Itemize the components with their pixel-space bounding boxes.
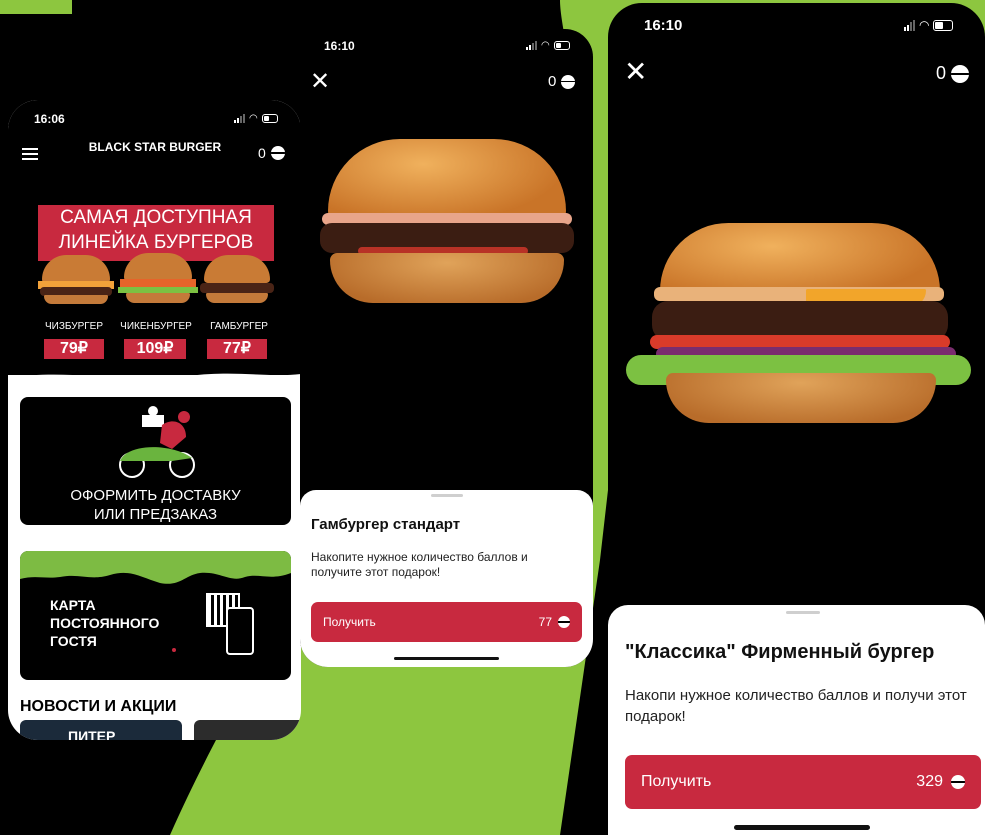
burger-points-icon xyxy=(951,64,970,83)
sheet-handle[interactable] xyxy=(431,494,463,497)
get-reward-button[interactable]: Получить 77 xyxy=(311,602,582,642)
get-reward-label: Получить xyxy=(641,773,712,790)
loyalty-line-1: КАРТА xyxy=(50,597,96,613)
loyalty-line-2: ПОСТОЯННОГО xyxy=(50,615,160,631)
points-value: 0 xyxy=(258,145,266,161)
promo-price-2: 109₽ xyxy=(124,339,186,359)
points-counter[interactable]: 0 xyxy=(548,73,576,90)
phone-reward-classic: 16:10 ◠ ✕ 0 "Классика" Фирменный бургер … xyxy=(608,3,985,835)
reward-cost: 329 xyxy=(916,773,943,790)
hamburger-photo xyxy=(318,139,576,309)
phone-home-screen: 16:06 ◠ BLACK STAR BURGER 0 САМАЯ ДОСТУП… xyxy=(8,100,301,740)
burger-points-icon xyxy=(558,616,570,628)
app-title: BLACK STAR BURGER xyxy=(88,140,222,154)
delivery-line-1: ОФОРМИТЬ ДОСТАВКУ xyxy=(70,487,241,504)
delivery-card[interactable]: ОФОРМИТЬ ДОСТАВКУ ИЛИ ПРЕДЗАКАЗ xyxy=(20,397,291,525)
points-counter[interactable]: 0 xyxy=(258,145,285,161)
reward-sheet: Гамбургер стандарт Накопите нужное колич… xyxy=(300,490,593,667)
red-dot xyxy=(172,648,176,652)
status-time: 16:10 xyxy=(644,17,683,34)
close-icon[interactable]: ✕ xyxy=(310,67,330,96)
reward-title: "Классика" Фирменный бургер xyxy=(625,641,935,663)
burger-points-icon xyxy=(561,74,576,89)
qr-phone-icon xyxy=(206,593,254,655)
status-time: 16:10 xyxy=(324,39,355,53)
close-icon[interactable]: ✕ xyxy=(624,55,647,88)
news-card-1[interactable]: ПИТЕР xyxy=(20,720,182,740)
scooter-courier-icon xyxy=(119,406,195,478)
reward-description: Накопите нужное количество баллов и полу… xyxy=(311,550,528,579)
points-value: 0 xyxy=(548,73,557,90)
promo-line-1: САМАЯ ДОСТУПНАЯ xyxy=(60,207,252,228)
news-heading: НОВОСТИ И АКЦИИ xyxy=(20,698,177,715)
status-time: 16:06 xyxy=(34,112,65,126)
status-icons: ◠ xyxy=(234,113,278,124)
phone-reward-hamburger: 16:10 ◠ ✕ 0 Гамбургер стандарт Накопите … xyxy=(300,29,593,667)
reward-description: Накопи нужное количество баллов и получи… xyxy=(625,687,967,725)
status-icons: ◠ xyxy=(526,40,570,51)
wifi-icon: ◠ xyxy=(249,113,258,124)
promo-item-name-3: ГАМБУРГЕР xyxy=(210,321,268,332)
promo-item-name-2: ЧИКЕНБУРГЕР xyxy=(120,321,192,332)
hamburger-image xyxy=(198,255,276,305)
sheet-handle[interactable] xyxy=(786,611,820,614)
loyalty-line-3: ГОСТЯ xyxy=(50,633,97,649)
chickenburger-image xyxy=(118,253,198,307)
signal-icon xyxy=(904,19,915,31)
menu-icon[interactable] xyxy=(22,148,38,160)
battery-icon xyxy=(261,114,278,123)
news-card-title: ПИТЕР xyxy=(68,728,116,740)
promo-item-name-1: ЧИЗБУРГЕР xyxy=(44,321,103,332)
delivery-line-2: ИЛИ ПРЕДЗАКАЗ xyxy=(93,506,218,523)
battery-icon xyxy=(553,41,570,50)
wifi-icon: ◠ xyxy=(541,40,550,51)
signal-icon xyxy=(526,41,537,50)
wifi-icon: ◠ xyxy=(919,18,930,32)
battery-icon xyxy=(933,19,954,31)
burger-points-icon xyxy=(270,146,285,160)
home-indicator xyxy=(734,825,870,830)
slime-decoration xyxy=(20,551,291,584)
status-icons: ◠ xyxy=(904,18,954,32)
promo-price-3: 77₽ xyxy=(207,339,267,359)
reward-title: Гамбургер стандарт xyxy=(311,516,461,533)
loyalty-card[interactable]: КАРТА ПОСТОЯННОГО ГОСТЯ xyxy=(20,551,291,680)
wave-divider xyxy=(8,373,301,388)
home-indicator xyxy=(394,657,499,660)
points-value: 0 xyxy=(936,63,947,83)
points-counter[interactable]: 0 xyxy=(936,63,970,84)
signal-icon xyxy=(234,114,245,123)
get-reward-button[interactable]: Получить 329 xyxy=(625,755,981,809)
reward-cost: 77 xyxy=(538,615,552,629)
get-reward-label: Получить xyxy=(323,615,376,629)
promo-line-2: ЛИНЕЙКА БУРГЕРОВ xyxy=(58,232,254,253)
reward-sheet: "Классика" Фирменный бургер Накопи нужно… xyxy=(608,605,985,835)
burger-points-icon xyxy=(951,775,965,789)
cheeseburger-image xyxy=(36,255,116,305)
promo-price-1: 79₽ xyxy=(44,339,104,359)
classic-burger-photo xyxy=(626,223,971,443)
promo-banner[interactable]: САМАЯ ДОСТУПНАЯ ЛИНЕЙКА БУРГЕРОВ ЧИЗБУРГ… xyxy=(8,195,301,370)
news-card-2[interactable] xyxy=(194,720,301,740)
